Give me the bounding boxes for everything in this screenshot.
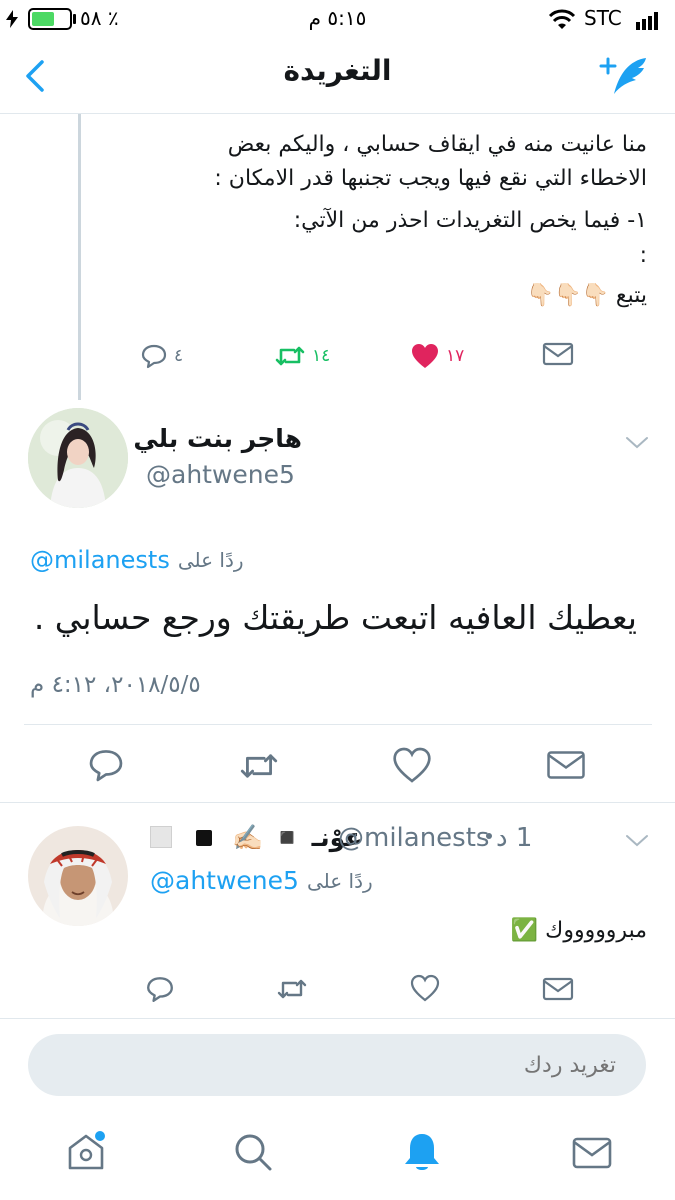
avatar-image — [28, 408, 128, 508]
parent-reply-button[interactable]: ٤ — [140, 338, 183, 374]
wifi-icon — [548, 9, 576, 29]
reply-tweet-text: مبروووووك ✅ — [510, 918, 647, 943]
tweet-timestamp: ٢٠١٨/٥/٥، ٤:١٢ م — [30, 672, 201, 698]
like-button[interactable] — [392, 746, 432, 784]
reply-button[interactable] — [145, 974, 175, 1004]
reply-replying-to: @ahtwene5 ردًا على — [150, 866, 373, 895]
like-button[interactable] — [410, 974, 440, 1002]
carrier-name: STC — [584, 6, 622, 30]
page-title: التغريدة — [283, 54, 392, 87]
tab-bar — [0, 1112, 675, 1200]
notifications-icon — [405, 1134, 439, 1170]
parent-share-dm-icon[interactable] — [542, 341, 574, 367]
reply-time-ago: 1 د — [496, 823, 533, 853]
tab-notifications[interactable] — [402, 1130, 442, 1174]
retweet-button[interactable] — [238, 748, 280, 784]
retweet-icon — [275, 346, 305, 366]
share-dm-button[interactable] — [546, 748, 586, 782]
emoji-white-square-icon — [150, 826, 172, 848]
reply-count: ٤ — [174, 346, 184, 366]
main-author-handle[interactable]: @ahtwene5 — [146, 460, 295, 489]
avatar-image — [28, 826, 128, 926]
replying-to-handle[interactable]: @milanests — [30, 546, 170, 574]
tab-messages[interactable] — [572, 1136, 612, 1170]
parent-tweet-line: ١- فيما يخص التغريدات احذر من الآتي: — [293, 208, 647, 233]
retweet-count: ١٤ — [312, 346, 331, 366]
tab-home[interactable] — [64, 1128, 108, 1174]
reply-author-handle[interactable]: @milanests — [338, 823, 489, 853]
signal-icon — [636, 12, 666, 30]
parent-like-button[interactable]: ١٧ — [410, 338, 464, 374]
main-tweet-text: يعطيك العافيه اتبعت طريقتك ورجع حسابي . — [33, 598, 637, 637]
search-icon — [235, 1134, 272, 1171]
messages-icon — [572, 1137, 612, 1169]
parent-tweet-line: الاخطاء التي نقع فيها ويجب تجنبها قدر ال… — [214, 166, 647, 191]
emoji-black-square-icon — [196, 830, 212, 846]
main-author-name[interactable]: هاجر بنت بلي — [133, 424, 302, 453]
reply-compose-input[interactable] — [28, 1034, 646, 1096]
thread-line — [78, 114, 81, 400]
parent-tweet-line: منا عانيت منه في ايقاف حسابي ، واليكم بع… — [227, 132, 647, 157]
divider — [0, 802, 675, 803]
chevron-down-icon[interactable] — [624, 832, 650, 850]
replying-to-prefix: ردًا على — [177, 548, 244, 572]
parent-tweet-line: يتبع 👇🏻👇🏻👇🏻 — [526, 283, 647, 308]
tab-search[interactable] — [233, 1132, 273, 1172]
compose-tweet-icon[interactable] — [598, 54, 650, 98]
replying-to: @milanests ردًا على — [30, 546, 244, 574]
replying-to-handle[interactable]: @ahtwene5 — [150, 866, 299, 895]
home-icon — [68, 1131, 105, 1170]
share-dm-button[interactable] — [542, 976, 574, 1002]
main-author-avatar[interactable] — [28, 408, 128, 508]
reply-icon — [141, 344, 167, 369]
reply-button[interactable] — [87, 746, 125, 784]
retweet-button[interactable] — [275, 975, 309, 1003]
nav-bar: التغريدة — [0, 38, 675, 114]
parent-tweet-line: : — [639, 243, 647, 268]
heart-filled-icon — [412, 344, 438, 368]
status-bar: ٥٨ ٪ ٥:١٥ م STC — [0, 0, 675, 38]
replying-to-prefix: ردًا على — [306, 868, 373, 893]
divider — [0, 1018, 675, 1019]
chevron-down-icon[interactable] — [624, 434, 650, 452]
parent-retweet-button[interactable]: ١٤ — [274, 338, 330, 374]
separator-dot — [486, 833, 492, 839]
like-count: ١٧ — [446, 346, 465, 366]
reply-author-avatar[interactable] — [28, 826, 128, 926]
divider — [24, 724, 652, 725]
